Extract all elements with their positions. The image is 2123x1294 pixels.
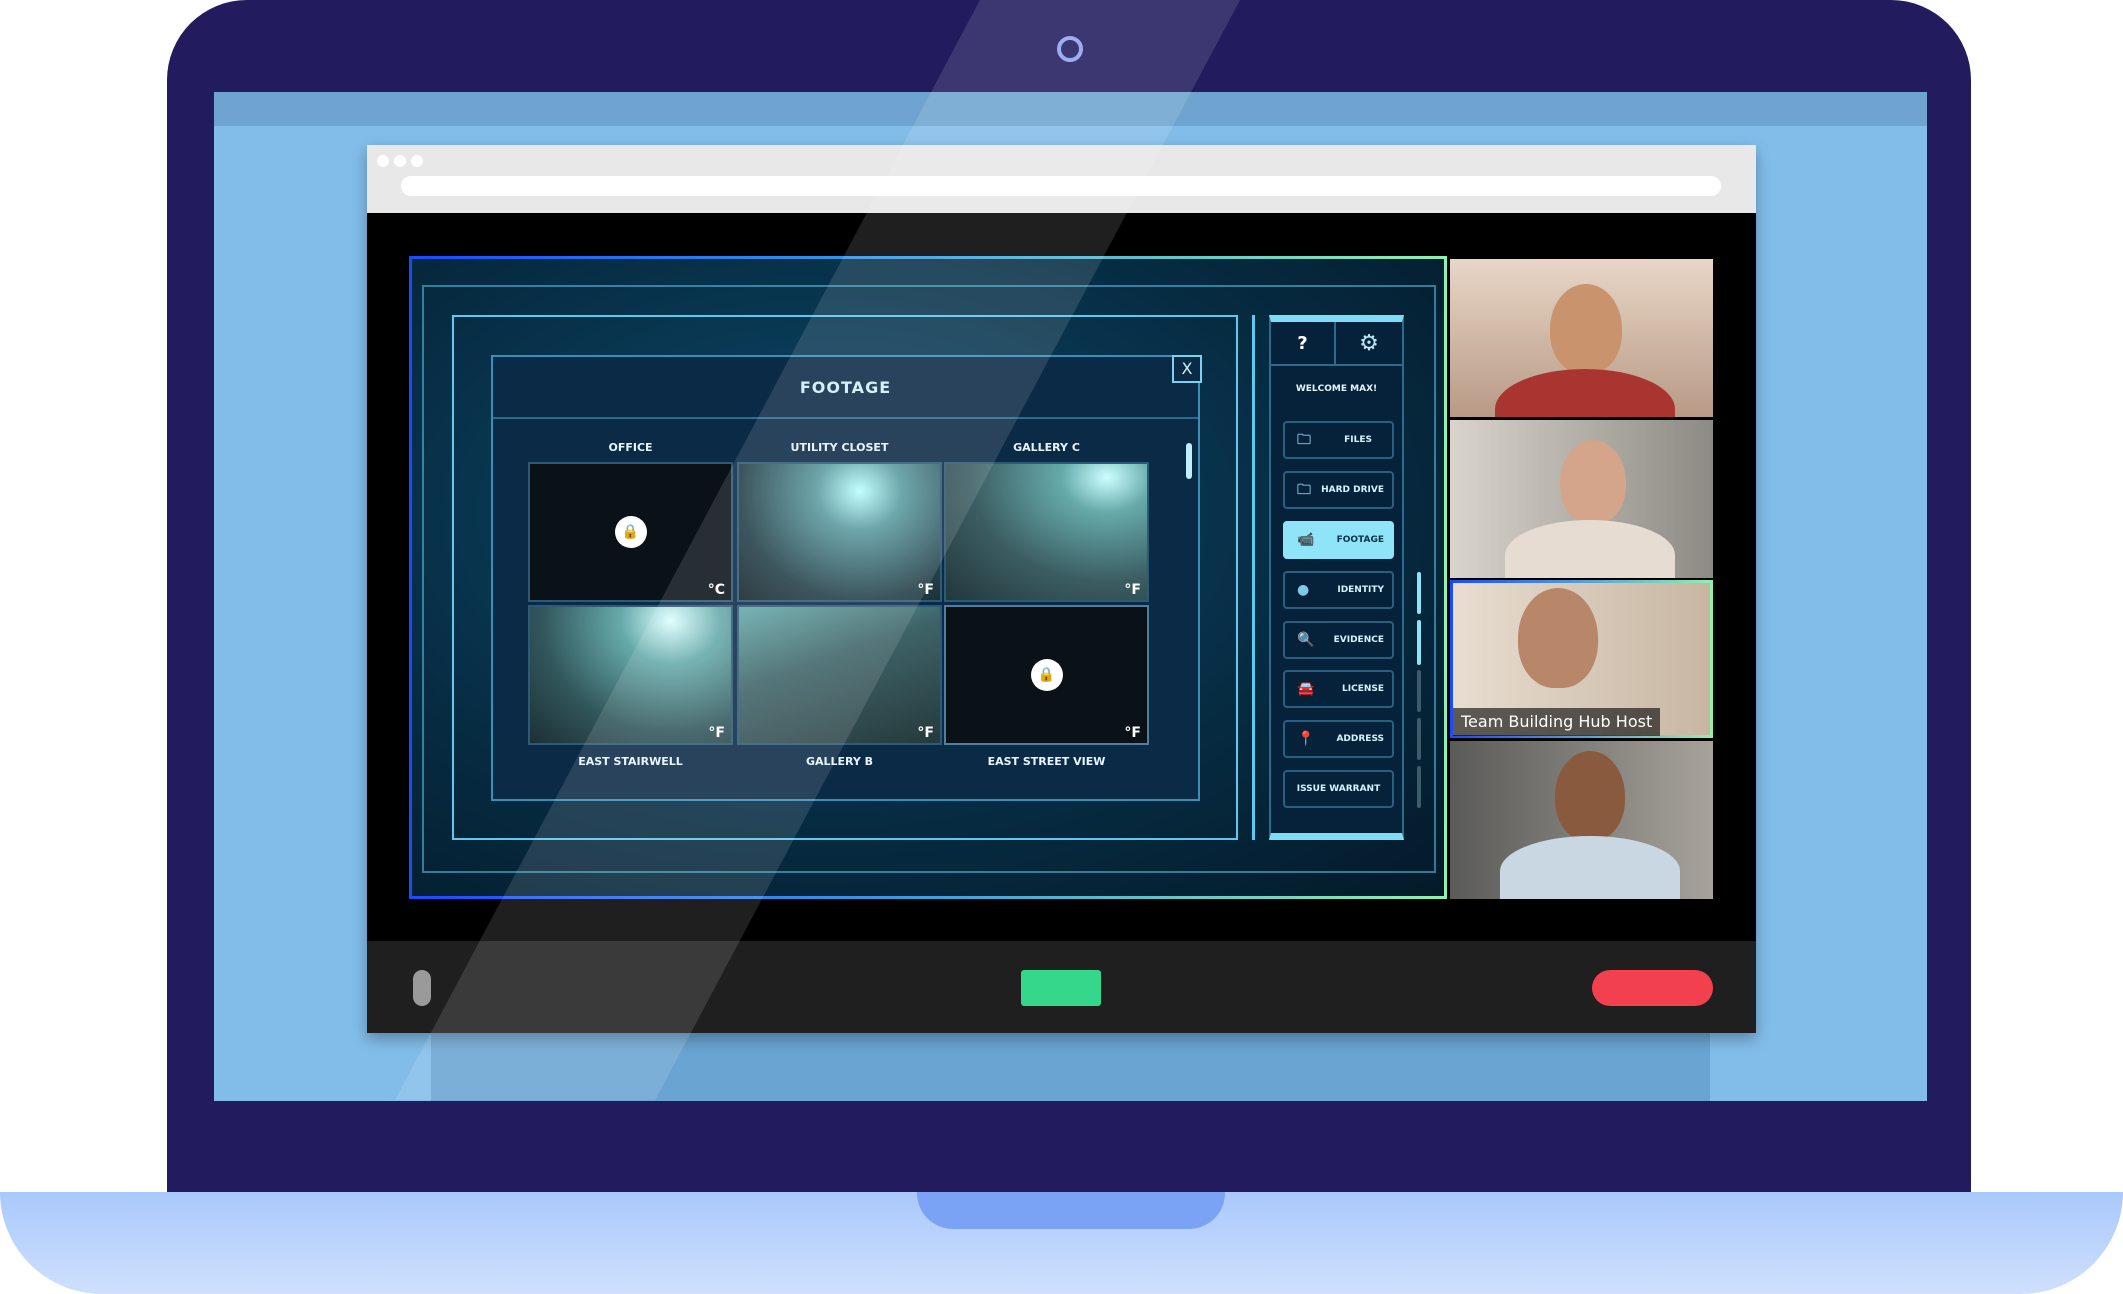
sidebar-item-address[interactable]: 📍 ADDRESS bbox=[1283, 720, 1394, 758]
sidebar-item-label: ISSUE WARRANT bbox=[1296, 784, 1381, 794]
scroll-indicator[interactable] bbox=[1417, 718, 1421, 760]
window-dot[interactable] bbox=[377, 155, 389, 167]
security-camera-icon: 📹 bbox=[1297, 532, 1315, 548]
join-button[interactable] bbox=[1021, 970, 1101, 1006]
car-icon: 🚘 bbox=[1297, 681, 1315, 697]
sidebar-item-label: HARD DRIVE bbox=[1321, 485, 1384, 495]
sidebar-item-label: LICENSE bbox=[1342, 684, 1384, 694]
hud-divider bbox=[1252, 315, 1255, 840]
participant-face bbox=[1550, 284, 1622, 374]
sidebar-item-license[interactable]: 🚘 LICENSE bbox=[1283, 670, 1394, 708]
temperature-unit[interactable]: °F bbox=[1124, 725, 1141, 741]
sidebar-item-hard-drive[interactable]: 🗀 HARD DRIVE bbox=[1283, 471, 1394, 509]
window-dot[interactable] bbox=[394, 155, 406, 167]
temperature-unit[interactable]: °F bbox=[917, 725, 934, 741]
participant-video[interactable] bbox=[1450, 259, 1713, 417]
participant-shirt bbox=[1500, 836, 1680, 899]
folder-icon: 🗀 bbox=[1297, 482, 1311, 498]
lock-icon[interactable]: 🔒 bbox=[614, 516, 647, 548]
sidebar-item-label: FOOTAGE bbox=[1336, 535, 1384, 545]
folder-icon: 🗀 bbox=[1297, 432, 1311, 448]
welcome-text: WELCOME MAX! bbox=[1295, 384, 1378, 394]
camera-label: EAST STREET VIEW bbox=[987, 755, 1106, 768]
camera-feed-east-street-view[interactable]: 🔒 °F bbox=[944, 605, 1149, 745]
sidebar-item-files[interactable]: 🗀 FILES bbox=[1283, 421, 1394, 459]
host-name-label: Team Building Hub Host bbox=[1453, 708, 1661, 736]
issue-warrant-button[interactable]: ISSUE WARRANT bbox=[1283, 770, 1394, 808]
scroll-indicator[interactable] bbox=[1417, 572, 1421, 614]
laptop-notch bbox=[917, 1192, 1225, 1229]
sidebar-item-identity[interactable]: ● IDENTITY bbox=[1283, 571, 1394, 609]
scroll-indicator[interactable] bbox=[1417, 620, 1421, 665]
participant-video[interactable] bbox=[1450, 420, 1713, 578]
window-dot[interactable] bbox=[411, 155, 423, 167]
close-button[interactable]: X bbox=[1172, 355, 1202, 383]
participant-shirt bbox=[1495, 369, 1675, 417]
participant-face bbox=[1560, 440, 1626, 524]
map-pin-icon: 📍 bbox=[1297, 731, 1315, 747]
camera-label: OFFICE bbox=[608, 441, 653, 454]
evidence-icon: 🔍 bbox=[1297, 632, 1315, 648]
sidebar-item-footage[interactable]: 📹 FOOTAGE bbox=[1283, 521, 1394, 559]
temperature-unit[interactable]: °F bbox=[1124, 582, 1141, 598]
sidebar-item-label: EVIDENCE bbox=[1333, 635, 1384, 645]
participant-shirt bbox=[1505, 520, 1675, 578]
scroll-indicator[interactable] bbox=[1417, 766, 1421, 808]
settings-gear-icon[interactable]: ⚙ bbox=[1336, 322, 1402, 366]
sidebar-item-evidence[interactable]: 🔍 EVIDENCE bbox=[1283, 621, 1394, 659]
fingerprint-icon: ● bbox=[1297, 582, 1310, 598]
participant-video[interactable] bbox=[1450, 741, 1713, 899]
participant-face bbox=[1555, 751, 1625, 841]
scroll-indicator[interactable] bbox=[1417, 670, 1421, 712]
microphone-button[interactable] bbox=[413, 970, 431, 1006]
sidebar-menu: ? ⚙ WELCOME MAX! 🗀 FILES 🗀 HARD DRIVE 📹 FOO… bbox=[1269, 315, 1404, 840]
modal-scrollbar[interactable] bbox=[1186, 443, 1192, 479]
help-button[interactable]: ? bbox=[1271, 322, 1336, 366]
lock-icon[interactable]: 🔒 bbox=[1030, 659, 1063, 691]
sidebar-item-label: FILES bbox=[1344, 435, 1372, 445]
sidebar-item-label: ADDRESS bbox=[1336, 734, 1384, 744]
sidebar-item-label: IDENTITY bbox=[1337, 585, 1384, 595]
participant-face bbox=[1518, 588, 1598, 688]
leave-call-button[interactable] bbox=[1592, 970, 1713, 1006]
